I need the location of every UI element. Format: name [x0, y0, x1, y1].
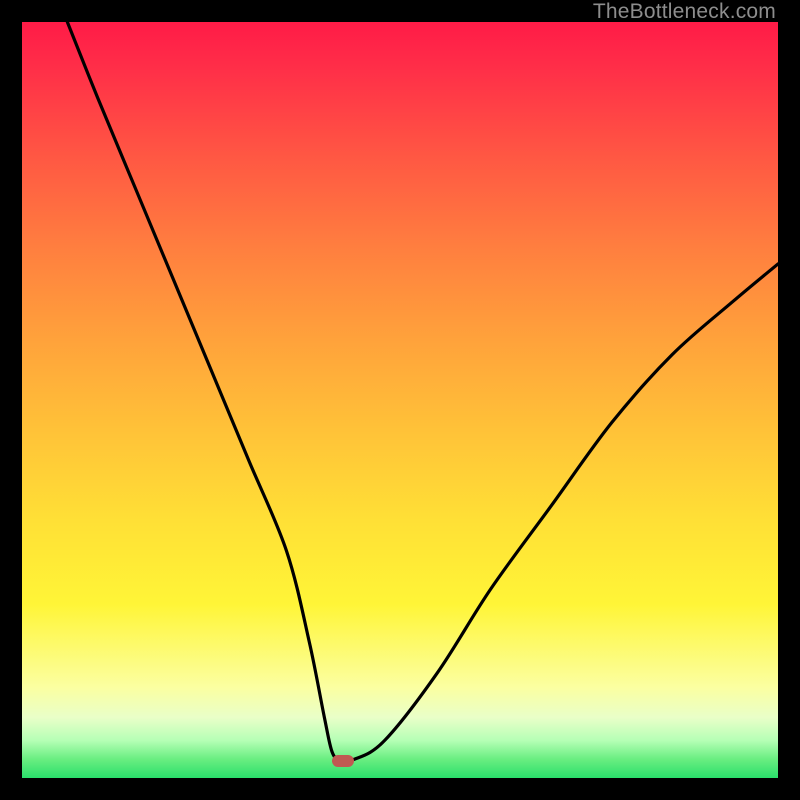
chart-frame: TheBottleneck.com: [0, 0, 800, 800]
watermark-text: TheBottleneck.com: [593, 0, 776, 24]
plot-area: [22, 22, 778, 778]
bottleneck-curve: [22, 22, 778, 778]
optimal-point-marker: [332, 755, 354, 767]
